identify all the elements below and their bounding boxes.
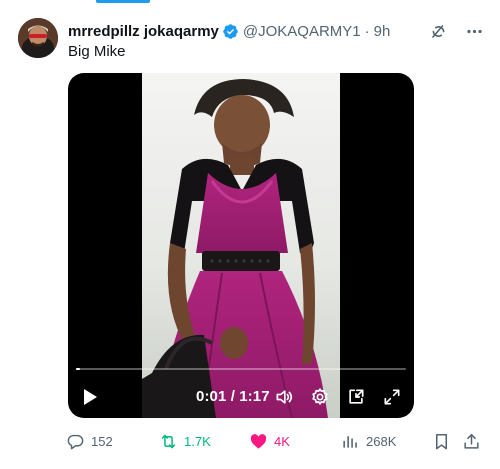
grok-icon[interactable] xyxy=(428,21,448,41)
retweet-icon xyxy=(161,434,176,448)
fullscreen-icon[interactable] xyxy=(382,387,402,407)
settings-gear-icon[interactable] xyxy=(310,387,330,407)
video-still-image xyxy=(142,73,340,418)
tweet-header: mrredpillz jokaqarmy @JOKAQARMY1 · 9h xyxy=(68,20,484,42)
video-time-readout: 0:01 / 1:17 xyxy=(196,388,270,405)
like-button[interactable]: 4K xyxy=(249,432,290,451)
separator-dot: · xyxy=(364,22,370,40)
views-chart-icon xyxy=(343,435,357,448)
tweet-text: Big Mike xyxy=(68,43,126,60)
avatar-image xyxy=(18,18,58,58)
reply-count: 152 xyxy=(91,433,113,449)
handle[interactable]: @JOKAQARMY1 xyxy=(243,23,361,40)
picture-in-picture-icon[interactable] xyxy=(346,387,366,407)
header-actions xyxy=(428,20,484,42)
share-icon xyxy=(464,433,479,449)
video-player[interactable]: 0:01 / 1:17 xyxy=(68,73,414,418)
video-progress-bar[interactable] xyxy=(76,368,406,370)
volume-icon[interactable] xyxy=(274,387,294,407)
retweet-button[interactable]: 1.7K xyxy=(159,432,211,451)
reply-icon xyxy=(67,434,84,449)
video-frame[interactable] xyxy=(142,73,340,418)
bookmark-icon xyxy=(435,433,448,449)
verified-badge-icon xyxy=(222,23,239,40)
video-progress-fill xyxy=(76,368,81,370)
timestamp[interactable]: 9h xyxy=(374,23,391,40)
display-name[interactable]: mrredpillz jokaqarmy xyxy=(68,23,219,40)
tweet-action-bar: 152 1.7K 4K 268K xyxy=(66,430,482,452)
share-button[interactable] xyxy=(462,432,481,451)
like-count: 4K xyxy=(274,433,290,449)
view-count: 268K xyxy=(366,433,397,449)
heart-icon xyxy=(250,433,267,449)
views-button[interactable]: 268K xyxy=(341,432,396,451)
tweet[interactable]: mrredpillz jokaqarmy @JOKAQARMY1 · 9h Bi… xyxy=(0,0,500,469)
bookmark-button[interactable] xyxy=(432,432,451,451)
retweet-count: 1.7K xyxy=(184,433,211,449)
more-options-icon[interactable] xyxy=(464,21,484,41)
play-icon[interactable] xyxy=(80,387,100,407)
video-controls: 0:01 / 1:17 xyxy=(68,379,414,415)
avatar[interactable] xyxy=(18,18,58,58)
reply-button[interactable]: 152 xyxy=(66,432,113,451)
